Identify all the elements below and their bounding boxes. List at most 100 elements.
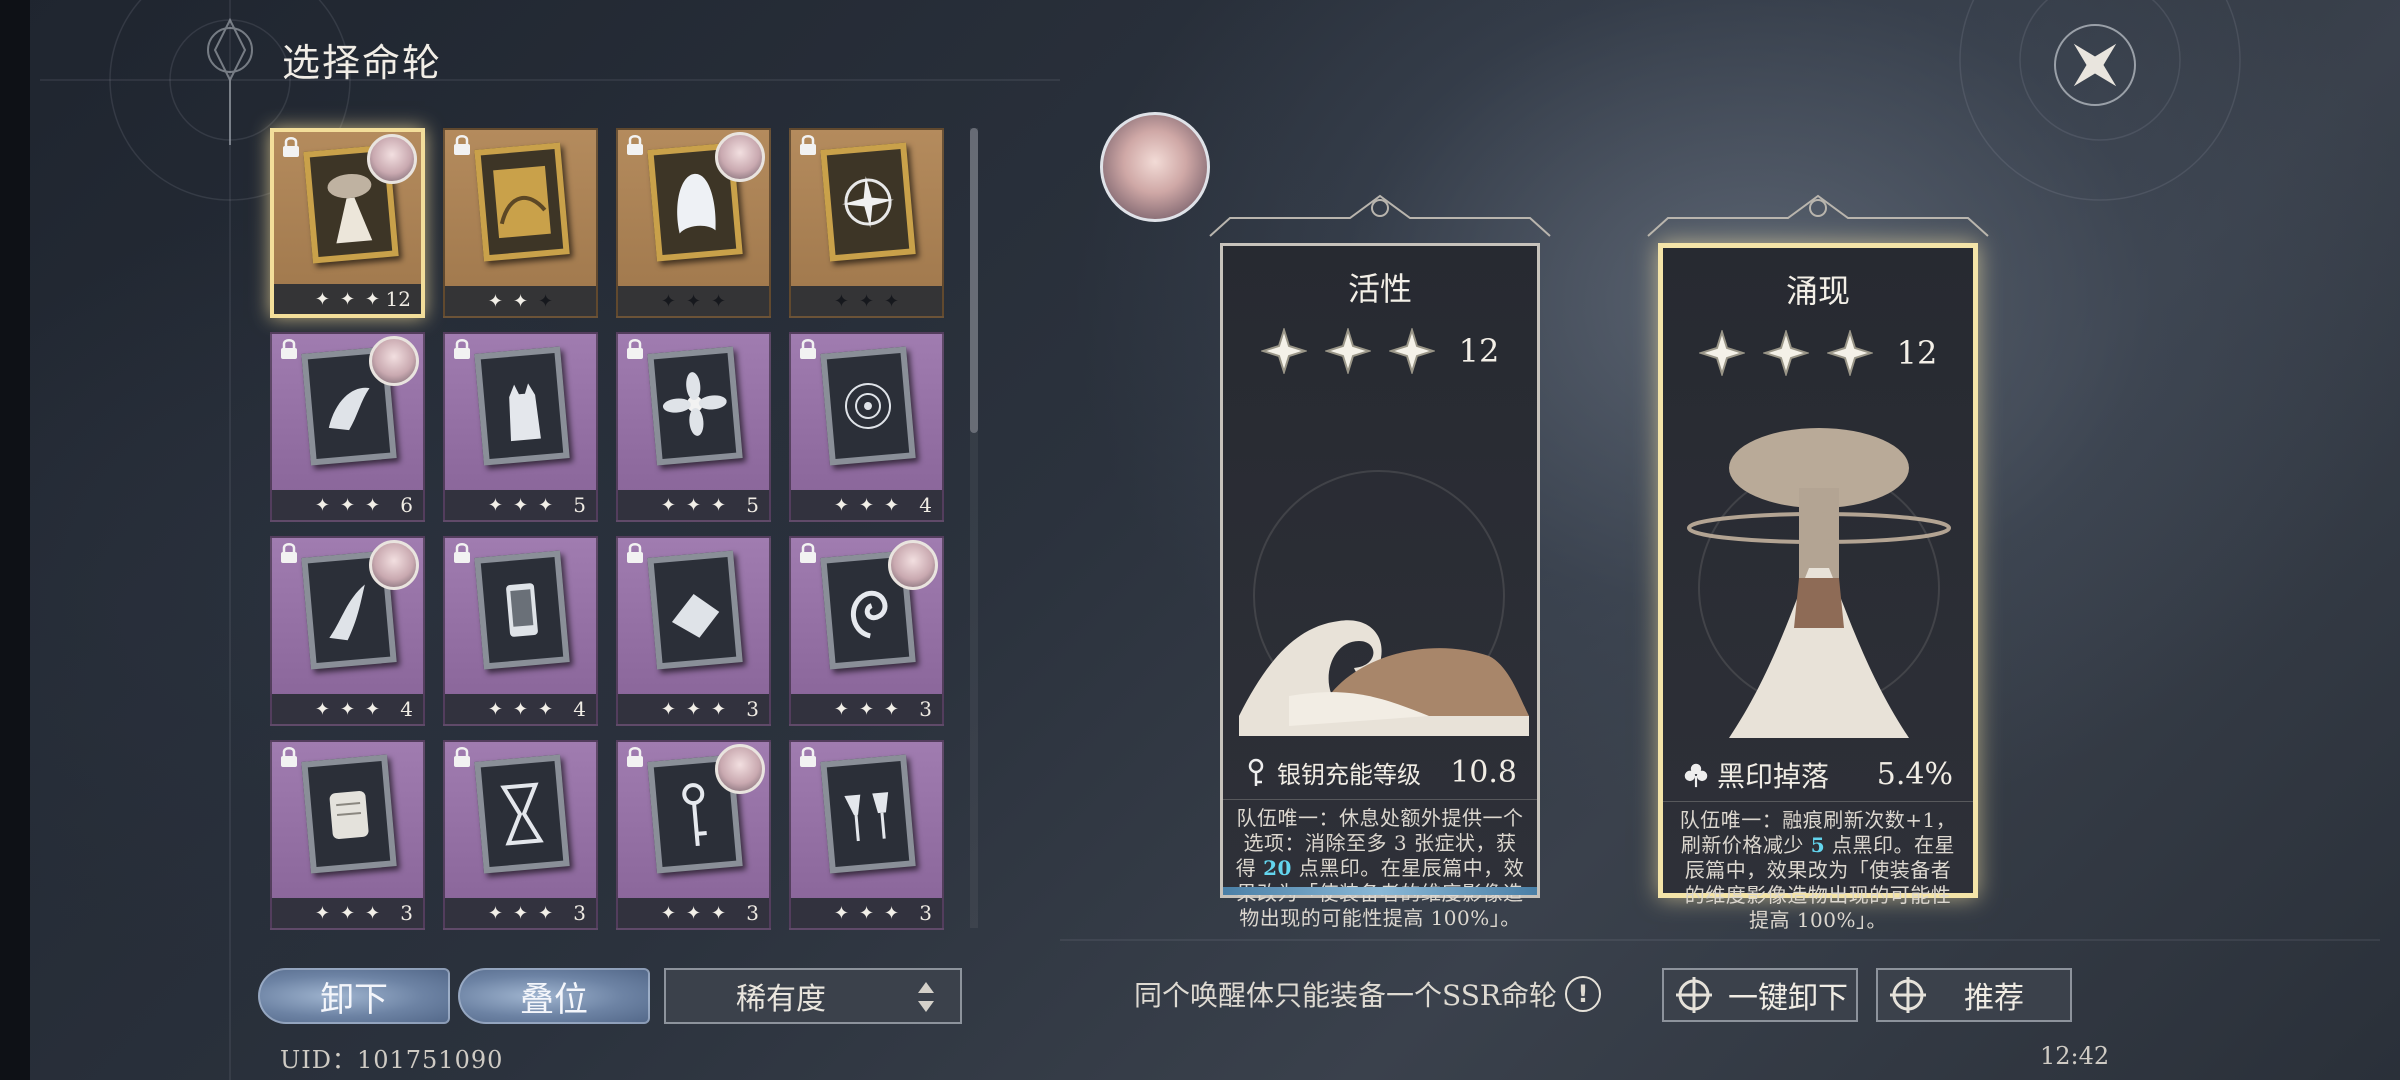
star-icon: ✦: [858, 698, 875, 720]
unequip-all-button[interactable]: 一键卸下: [1662, 968, 1858, 1022]
notice-text: 同个唤醒体只能装备一个SSR命轮: [1134, 979, 1557, 1012]
wheel-card[interactable]: ✦ ✦ ✦ 5: [443, 332, 598, 522]
detail-stat: 银钥充能等级 10.8: [1223, 746, 1537, 800]
star-icon: ✦: [314, 494, 330, 516]
desc-highlight: 5: [1810, 833, 1826, 857]
unequip-all-icon: [1676, 977, 1712, 1013]
card-footer: ✦ ✦ ✦ 12: [274, 284, 421, 314]
info-icon[interactable]: !: [1564, 976, 1601, 1012]
card-level: 4: [400, 697, 413, 721]
lock-icon: [627, 339, 643, 359]
stat-label: 银钥充能等级: [1277, 761, 1421, 789]
card-footer: ✦ ✦ ✦: [618, 286, 769, 316]
wheel-card[interactable]: ✦ ✦ ✦ 4: [443, 536, 598, 726]
card-footer: ✦ ✦ ✦: [445, 286, 596, 316]
lock-icon: [454, 543, 470, 563]
wheel-card[interactable]: ✦ ✦ ✦ 12: [270, 128, 425, 318]
equipped-avatar-badge: [715, 132, 765, 182]
page-title: 选择命轮: [282, 41, 443, 85]
flower-icon: [662, 372, 727, 436]
card-footer: ✦ ✦ ✦ 6: [272, 490, 423, 520]
unequip-all-label: 一键卸下: [1728, 981, 1848, 1016]
equipped-avatar-badge: [369, 540, 419, 590]
wheel-card[interactable]: ✦ ✦ ✦: [789, 128, 944, 318]
card-frame: [474, 754, 570, 874]
star-icon: ✦: [711, 902, 727, 924]
detail-level: 12: [1458, 332, 1500, 370]
wheel-card[interactable]: ✦ ✦ ✦ 4: [789, 332, 944, 522]
card-level: 3: [919, 901, 932, 925]
hourglass-icon: [500, 782, 544, 846]
wheel-card[interactable]: ✦ ✦ ✦ 3: [789, 740, 944, 930]
lock-icon: [627, 543, 643, 563]
detail-panel-right: 涌现 12 黑印掉落 5.4% 队伍唯一：融痕刷新次数+1，刷新价格减少 5 点…: [1638, 188, 1998, 932]
star-icon: ✦: [487, 698, 503, 720]
detail-card-left[interactable]: 活性 12 银钥充能等级 10.8 队伍唯一：休息处额外提供一个选项：消除至多 …: [1220, 243, 1540, 930]
unequip-button[interactable]: 卸下: [258, 968, 450, 1024]
wave-art-icon: [1239, 470, 1529, 736]
ornament-icon: [1209, 194, 1551, 237]
wheel-card-grid: ✦ ✦ ✦ 12 ✦ ✦ ✦ ✦ ✦ ✦ ✦ ✦ ✦ ✦ ✦ ✦ 6 ✦ ✦ ✦ 5 ✦ ✦ ✦ 5 ✦ ✦ ✦ 4 ✦ ✦ ✦ 4 ✦ ✦ ✦ 4 ✦ ✦…: [270, 128, 950, 930]
lock-icon: [454, 135, 470, 155]
card-frame: [820, 754, 916, 874]
star-icon: ✦: [538, 902, 554, 924]
star-icon: ✦: [339, 288, 356, 310]
key-icon: [1248, 758, 1264, 786]
gold-painting-icon: [493, 165, 551, 239]
star-icon: ✦: [512, 698, 529, 720]
card-footer: ✦ ✦ ✦: [791, 286, 942, 316]
sort-arrows-icon: [918, 982, 934, 1012]
uid-label: UID：101751090: [280, 1046, 504, 1074]
card-bottom-strip: [1223, 887, 1537, 895]
phone-icon: [506, 583, 538, 637]
grid-scrollbar[interactable]: [970, 128, 978, 433]
wheel-card[interactable]: ✦ ✦ ✦ 3: [270, 740, 425, 930]
wheel-card[interactable]: ✦ ✦ ✦: [616, 128, 771, 318]
star-icon: ✦: [884, 494, 900, 516]
card-footer: ✦ ✦ ✦ 3: [618, 898, 769, 928]
detail-stars: 12: [1663, 330, 1973, 376]
stack-button[interactable]: 叠位: [458, 968, 650, 1024]
star-icon: ✦: [487, 494, 503, 516]
star-icon: ✦: [660, 902, 676, 924]
character-avatar[interactable]: [1100, 112, 1210, 222]
wheel-card[interactable]: ✦ ✦ ✦ 3: [616, 740, 771, 930]
wheel-card[interactable]: ✦ ✦ ✦ 3: [443, 740, 598, 930]
card-footer: ✦ ✦ ✦ 5: [445, 490, 596, 520]
lock-icon: [627, 135, 643, 155]
star-icon: ✦: [365, 288, 381, 310]
wheel-card[interactable]: ✦ ✦ ✦ 6: [270, 332, 425, 522]
wheel-card[interactable]: ✦ ✦ ✦ 3: [616, 536, 771, 726]
star-icon: ✦: [487, 290, 503, 312]
recommend-button[interactable]: 推荐: [1876, 968, 2072, 1022]
wheel-card[interactable]: ✦ ✦ ✦ 4: [270, 536, 425, 726]
shard-icon: [671, 594, 720, 638]
wheel-card[interactable]: ✦ ✦ ✦ 3: [789, 536, 944, 726]
star-icon: ✦: [660, 698, 676, 720]
card-footer: ✦ ✦ ✦ 4: [272, 694, 423, 724]
star-icon: ✦: [685, 698, 702, 720]
star-icon: ✦: [858, 902, 875, 924]
star-icon: ✦: [365, 698, 381, 720]
card-frame: [474, 550, 570, 670]
close-button[interactable]: [2040, 10, 2150, 120]
star-icon: ✦: [660, 290, 676, 312]
star-icon: [1826, 330, 1873, 376]
star-icon: ✦: [538, 698, 554, 720]
sort-select[interactable]: 稀有度: [664, 968, 962, 1024]
star-icon: ✦: [538, 494, 554, 516]
star-icon: ✦: [314, 698, 330, 720]
equipped-avatar-badge: [367, 134, 417, 184]
card-level: 3: [746, 901, 759, 925]
detail-card-right[interactable]: 涌现 12 黑印掉落 5.4% 队伍唯一：融痕刷新次数+1，刷新价格减少 5 点…: [1658, 243, 1978, 932]
star-icon: ✦: [512, 902, 529, 924]
equip-notice: 同个唤醒体只能装备一个SSR命轮 !: [1134, 974, 1601, 1014]
close-icon: [2054, 24, 2136, 106]
wheel-card[interactable]: ✦ ✦ ✦: [443, 128, 598, 318]
clover-icon: [1684, 763, 1708, 787]
card-level: 3: [746, 697, 759, 721]
wheel-card[interactable]: ✦ ✦ ✦ 5: [616, 332, 771, 522]
card-footer: ✦ ✦ ✦ 4: [445, 694, 596, 724]
goblet-icon: [844, 792, 889, 842]
lock-icon: [281, 339, 297, 359]
